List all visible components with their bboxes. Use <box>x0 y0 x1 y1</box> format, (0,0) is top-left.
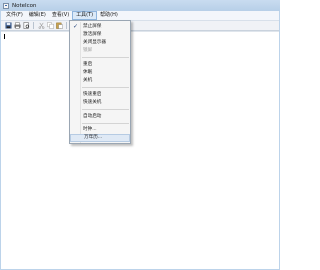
menu-item-label: 锁屏 <box>83 48 93 53</box>
menu-item-auto-start[interactable]: 自动启动 <box>70 113 130 121</box>
paste-icon[interactable] <box>55 22 63 30</box>
menu-item-label: 重启 <box>83 62 93 67</box>
toolbar-separator <box>33 22 34 29</box>
menu-view[interactable]: 查看(V) <box>49 11 72 20</box>
menu-item-turn-off-display[interactable]: 关闭显示器 <box>70 39 130 47</box>
menu-item-label: 激活屏保 <box>83 32 102 37</box>
menu-item-label: 关闭显示器 <box>83 40 106 45</box>
menu-separator <box>82 57 129 58</box>
app-window: NoteIcon 文件(F) 编辑(E) 查看(V) 工具(T) 帮助(H) ✓… <box>0 0 280 270</box>
check-icon: ✓ <box>73 23 79 30</box>
menu-item-label: 禁止屏保 <box>83 24 102 29</box>
save-icon[interactable] <box>4 22 12 30</box>
toolbar-separator <box>66 22 67 29</box>
text-editor-area[interactable] <box>1 31 279 269</box>
menu-item-fast-restart[interactable]: 快速重启 <box>70 91 130 99</box>
menu-item-label: 快速关机 <box>83 100 102 105</box>
app-icon <box>3 2 9 9</box>
menu-separator <box>82 123 129 124</box>
copy-icon[interactable] <box>46 22 54 30</box>
menu-item-label: 时钟... <box>83 127 97 132</box>
menu-item-shutdown[interactable]: 关机 <box>70 77 130 85</box>
menu-item-label: 万年历... <box>84 135 103 140</box>
menu-item-label: 自动启动 <box>83 114 102 119</box>
text-caret <box>4 34 5 39</box>
menu-item-calendar[interactable]: 万年历... <box>70 134 130 142</box>
menu-item-label: 快速重启 <box>83 92 102 97</box>
menu-file[interactable]: 文件(F) <box>3 11 26 20</box>
menu-item-label: 关机 <box>83 78 93 83</box>
menu-item-restart[interactable]: 重启 <box>70 61 130 69</box>
tools-menu-dropdown: ✓ 禁止屏保 激活屏保 关闭显示器 锁屏 重启 休眠 关机 快速重启 快速关机 <box>69 20 131 144</box>
menu-item-hibernate[interactable]: 休眠 <box>70 69 130 77</box>
menu-bar: 文件(F) 编辑(E) 查看(V) 工具(T) 帮助(H) <box>1 11 279 21</box>
menu-separator <box>82 109 129 110</box>
menu-item-disable-screensaver[interactable]: ✓ 禁止屏保 <box>70 23 130 31</box>
title-bar[interactable]: NoteIcon <box>0 0 280 11</box>
menu-item-activate-screensaver[interactable]: 激活屏保 <box>70 31 130 39</box>
preview-icon[interactable] <box>22 22 30 30</box>
menu-separator <box>82 87 129 88</box>
menu-help[interactable]: 帮助(H) <box>97 11 121 20</box>
menu-item-label: 休眠 <box>83 70 93 75</box>
menu-item-clock[interactable]: 时钟... <box>70 126 130 134</box>
menu-tools[interactable]: 工具(T) <box>72 11 98 20</box>
menu-item-lock-screen: 锁屏 <box>70 47 130 55</box>
toolbar: ? <box>1 21 279 31</box>
cut-icon[interactable] <box>37 22 45 30</box>
window-title: NoteIcon <box>12 2 37 9</box>
menu-edit[interactable]: 编辑(E) <box>26 11 49 20</box>
print-icon[interactable] <box>13 22 21 30</box>
menu-item-fast-shutdown[interactable]: 快速关机 <box>70 99 130 107</box>
